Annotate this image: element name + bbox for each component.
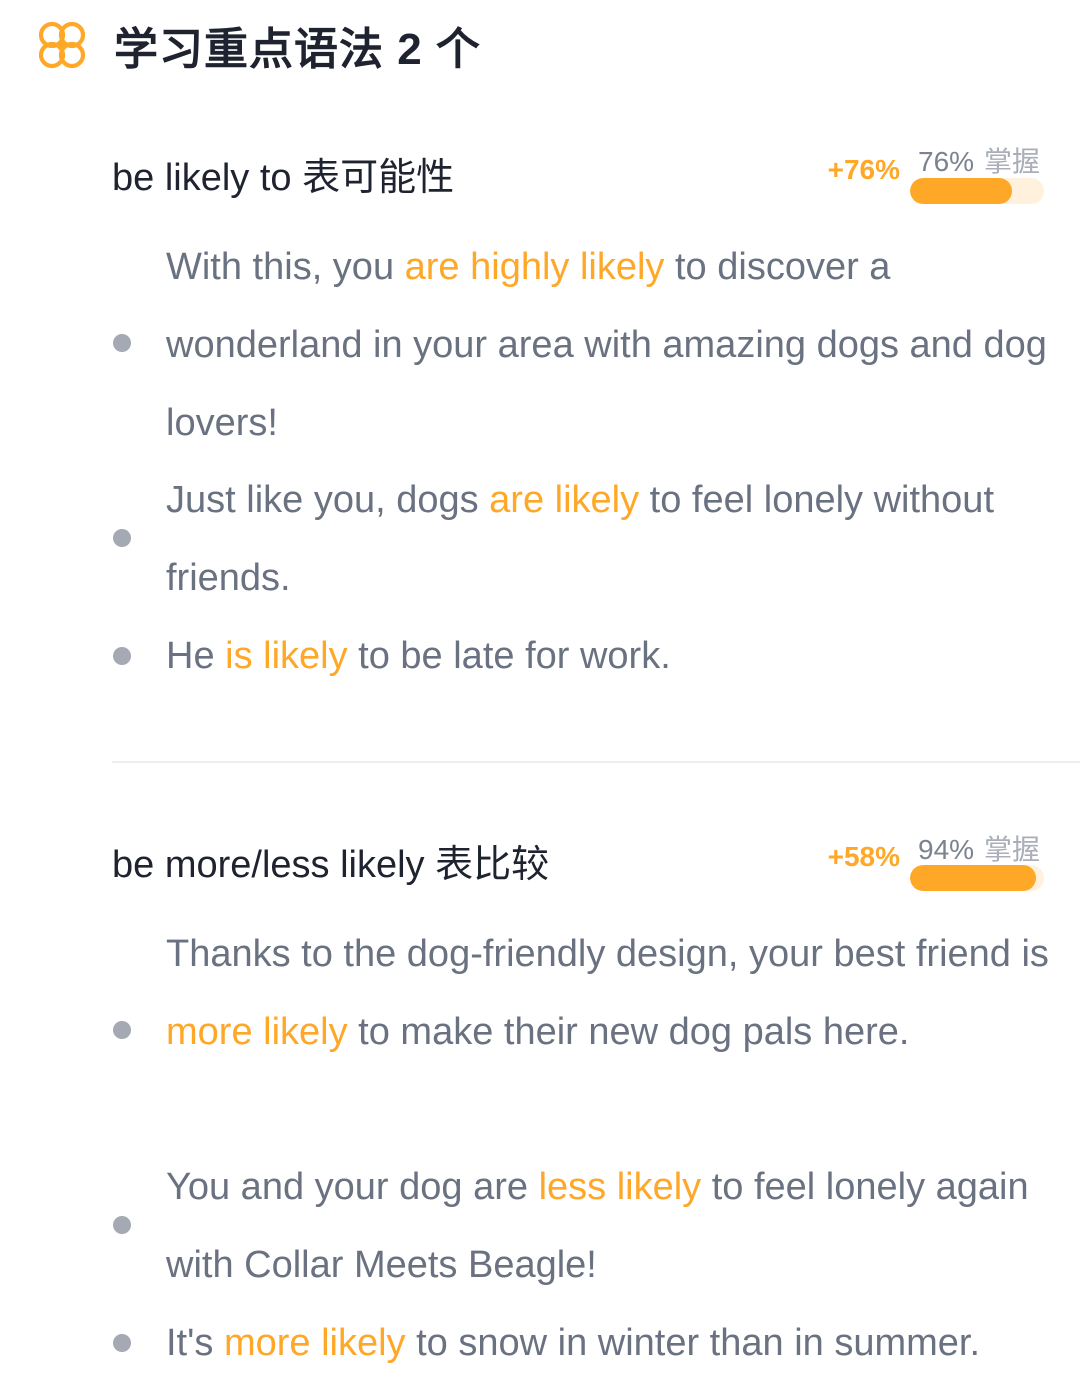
mastery-word: 掌握 [984, 146, 1041, 177]
example-sentence: Just like you, dogs are likely to feel l… [166, 479, 995, 599]
mastery-delta-badge: +58% [827, 841, 900, 872]
mastery-progress-bar [910, 865, 1044, 891]
bullet-dot [113, 1021, 131, 1039]
mastery-word: 掌握 [984, 834, 1041, 865]
bullet-dot [113, 647, 131, 665]
bullet-dot [113, 334, 131, 352]
mastery-progress-bar [910, 178, 1044, 204]
grammar-highlight: more likely [166, 1011, 348, 1053]
grammar-highlight: more likely [223, 1322, 406, 1364]
section-title: be more/less likely 表比较 [112, 844, 550, 886]
mastery-delta-badge: +76% [827, 154, 900, 185]
grammar-flower-icon [38, 21, 86, 69]
section-divider [112, 761, 1080, 763]
bullet-dot [113, 529, 131, 547]
section-title: be likely to 表可能性 [112, 157, 455, 199]
example-sentence: He is likely to be late for work. [166, 635, 671, 677]
grammar-highlight: are highly likely [404, 246, 665, 288]
example-sentence: Thanks to the dog-friendly design, your … [166, 933, 1049, 1053]
example-sentence: You and your dog are less likely to feel… [166, 1166, 1029, 1286]
bullet-dot [113, 1334, 131, 1352]
grammar-highlight: are likely [489, 479, 640, 521]
mastery-percent: 94% [918, 834, 975, 865]
grammar-highlight: is likely [225, 635, 348, 677]
example-sentence: With this, you are highly likely to disc… [166, 246, 1047, 444]
bullet-dot [113, 1216, 131, 1234]
mastery-percent: 76% [918, 146, 975, 177]
grammar-highlight: less likely [538, 1166, 702, 1208]
mastery-progress-fill [910, 178, 1012, 204]
grammar-header: 学习重点语法 2 个 [36, 18, 481, 74]
example-sentence: It's more likely to snow in winter than … [166, 1322, 981, 1364]
mastery-label: 76% 掌握 [918, 140, 1040, 180]
page-title: 学习重点语法 2 个 [114, 25, 481, 74]
mastery-progress-fill [910, 865, 1036, 891]
mastery-label: 94% 掌握 [918, 828, 1040, 868]
